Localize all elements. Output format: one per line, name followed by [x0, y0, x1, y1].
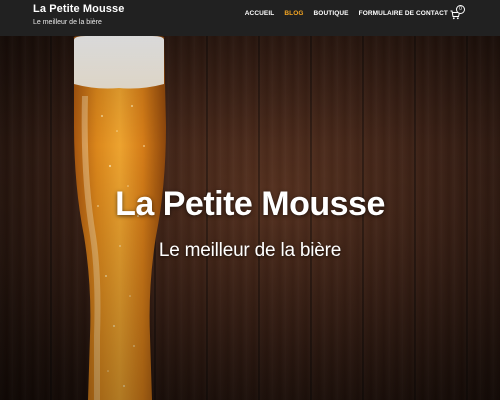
site-header: La Petite Mousse Le meilleur de la bière…	[0, 0, 500, 36]
main-navigation: ACCUEIL BLOG BOUTIQUE FORMULAIRE DE CONT…	[235, 10, 448, 17]
site-tagline: Le meilleur de la bière	[33, 19, 102, 26]
nav-item-blog[interactable]: BLOG	[284, 10, 303, 17]
nav-item-accueil[interactable]: ACCUEIL	[245, 10, 275, 17]
site-branding[interactable]: La Petite Mousse Le meilleur de la bière	[33, 3, 124, 28]
cart-count-badge: 0	[456, 5, 465, 14]
hero-title: La Petite Mousse	[115, 185, 385, 223]
hero-subtitle: Le meilleur de la bière	[158, 240, 342, 261]
nav-item-formulaire-de-contact[interactable]: FORMULAIRE DE CONTACT	[359, 10, 448, 17]
hero-banner: La Petite Mousse Le meilleur de la bière	[0, 36, 500, 400]
site-title[interactable]: La Petite Mousse	[33, 3, 124, 16]
nav-item-boutique[interactable]: BOUTIQUE	[314, 10, 349, 17]
cart-button[interactable]: 0	[450, 5, 465, 20]
